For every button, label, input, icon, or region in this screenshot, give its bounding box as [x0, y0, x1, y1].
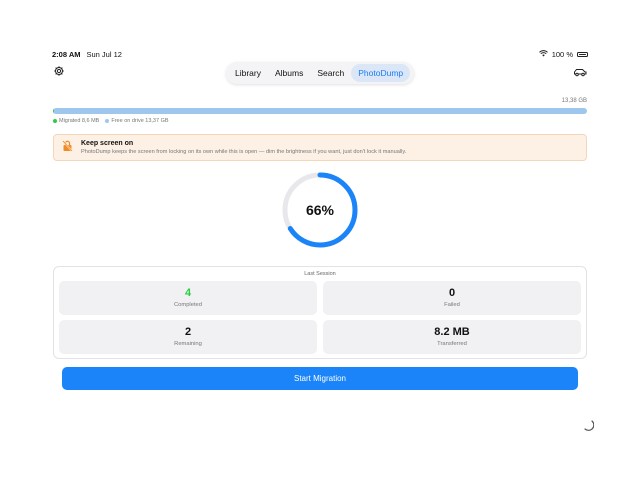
- notice-body: PhotoDump keeps the screen from locking …: [81, 149, 407, 155]
- last-session-title: Last Session: [304, 271, 336, 277]
- stat-completed: 4 Completed: [59, 281, 317, 315]
- status-time: 2:08 AM: [52, 50, 81, 59]
- legend-free: Free on drive 13,37 GB: [105, 118, 169, 124]
- battery-percent: 100 %: [551, 50, 573, 59]
- free-dot-icon: [105, 119, 110, 123]
- legend-migrated: Migrated 8,6 MB: [53, 118, 99, 124]
- notice-title: Keep screen on: [81, 140, 134, 147]
- storage-bar: [53, 108, 587, 114]
- progress-ring: 66%: [280, 170, 360, 250]
- stat-completed-label: Completed: [173, 302, 203, 308]
- progress-percent: 66%: [305, 202, 335, 218]
- battery-icon: [577, 52, 588, 57]
- stat-transferred-value: 8.2 MB: [434, 326, 470, 338]
- legend-free-label: Free on drive 13,37 GB: [111, 118, 169, 124]
- no-lock-icon: [62, 139, 73, 157]
- stat-remaining-value: 2: [184, 326, 192, 338]
- legend-migrated-label: Migrated 8,6 MB: [59, 118, 100, 124]
- start-migration-button[interactable]: Start Migration: [62, 367, 578, 390]
- last-session-panel: Last Session 4 Completed 0 Failed 2 Rema…: [53, 266, 587, 359]
- status-bar: 2:08 AM Sun Jul 12 100 %: [52, 50, 588, 62]
- tab-bar: Library Albums Search PhotoDump: [226, 62, 414, 84]
- stat-transferred-label: Transferred: [437, 341, 467, 347]
- stat-remaining: 2 Remaining: [59, 320, 317, 354]
- stat-completed-value: 4: [184, 287, 192, 299]
- migrated-dot-icon: [53, 119, 57, 123]
- status-date: Sun Jul 12: [86, 50, 122, 59]
- keep-screen-on-notice: Keep screen on PhotoDump keeps the scree…: [53, 134, 587, 161]
- wifi-icon: [538, 50, 548, 59]
- stat-transferred: 8.2 MB Transferred: [323, 320, 581, 354]
- stat-remaining-label: Remaining: [174, 341, 202, 347]
- storage-total: 13,38 GB: [561, 98, 587, 104]
- car-button[interactable]: [571, 64, 589, 82]
- stat-failed: 0 Failed: [323, 281, 581, 315]
- tab-albums[interactable]: Albums: [268, 64, 310, 82]
- tab-library[interactable]: Library: [228, 64, 268, 82]
- loading-spinner-icon: [582, 418, 595, 431]
- stat-failed-value: 0: [448, 287, 456, 299]
- tab-photodump[interactable]: PhotoDump: [351, 64, 411, 82]
- storage-legend: Migrated 8,6 MB Free on drive 13,37 GB: [53, 118, 169, 124]
- settings-button[interactable]: [50, 64, 68, 82]
- tab-search[interactable]: Search: [310, 64, 351, 82]
- stat-failed-label: Failed: [444, 302, 460, 308]
- car-icon: [573, 64, 587, 82]
- gear-icon: [53, 64, 65, 82]
